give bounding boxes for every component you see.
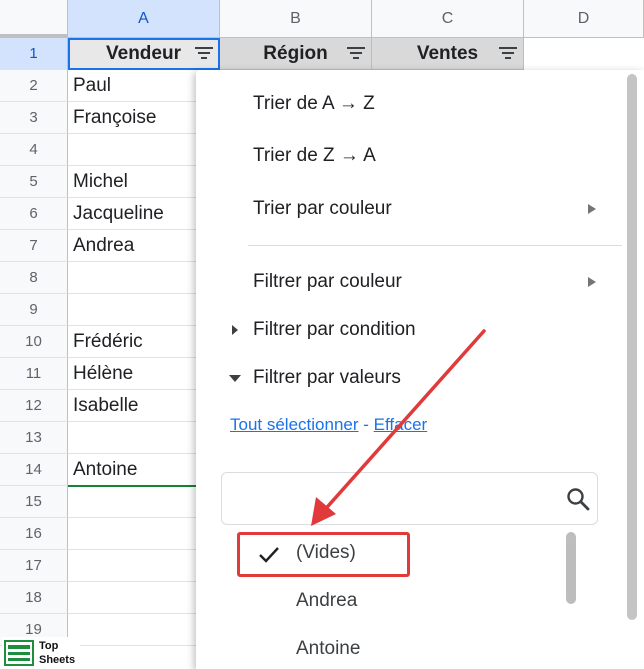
row-header[interactable]: 4 (0, 134, 68, 166)
row-header[interactable]: 11 (0, 358, 68, 390)
menu-item-sort-za[interactable]: Trier de Z → A (253, 143, 376, 169)
column-header-b[interactable]: B (220, 0, 372, 38)
header-cell-region[interactable]: Région (220, 38, 372, 70)
search-icon[interactable] (565, 486, 591, 512)
logo-text-line2: Sheets (39, 654, 76, 666)
header-label-vendeur: Vendeur (106, 42, 181, 64)
row-header[interactable]: 14 (0, 454, 68, 486)
selection-links: Tout sélectionner - Effacer (230, 415, 427, 435)
menu-item-filter-by-condition[interactable]: Filtrer par condition (253, 317, 416, 343)
menu-item-filter-by-values[interactable]: Filtrer par valeurs (253, 365, 401, 391)
menu-item-sort-az[interactable]: Trier de A → Z (253, 91, 375, 117)
menu-item-filter-by-color[interactable]: Filtrer par couleur (253, 269, 402, 295)
logo-text: Top Sheets (39, 639, 75, 667)
highlight-box (237, 532, 410, 577)
filter-icon[interactable] (499, 46, 517, 60)
clear-link[interactable]: Effacer (374, 415, 428, 434)
value-item-antoine[interactable]: Antoine (296, 638, 360, 660)
collapse-icon[interactable] (229, 375, 241, 382)
row-header[interactable]: 1 (0, 38, 68, 70)
row-header[interactable]: 9 (0, 294, 68, 326)
header-cell-ventes[interactable]: Ventes (372, 38, 524, 70)
select-all-link[interactable]: Tout sélectionner (230, 415, 359, 434)
row-header[interactable]: 8 (0, 262, 68, 294)
logo-text-line1: Top (39, 640, 59, 652)
submenu-arrow-icon (588, 204, 596, 214)
row-header[interactable]: 2 (0, 70, 68, 102)
filter-menu: Trier de A → Z Trier de Z → A Trier par … (196, 70, 644, 669)
filtered-range-indicator (68, 485, 196, 487)
value-search-input[interactable] (232, 483, 556, 515)
spreadsheet-logo-icon (4, 640, 34, 666)
row-header[interactable]: 17 (0, 550, 68, 582)
row-header[interactable]: 16 (0, 518, 68, 550)
row-header[interactable]: 15 (0, 486, 68, 518)
header-cell-vendeur[interactable]: Vendeur (68, 38, 220, 70)
column-header-d[interactable]: D (524, 0, 644, 38)
value-search-box (221, 472, 598, 525)
filter-icon[interactable] (347, 46, 365, 60)
row-header[interactable]: 3 (0, 102, 68, 134)
row-header[interactable]: 12 (0, 390, 68, 422)
row-header[interactable]: 6 (0, 198, 68, 230)
filter-icon[interactable] (195, 46, 213, 60)
row-header[interactable]: 13 (0, 422, 68, 454)
row-header[interactable]: 18 (0, 582, 68, 614)
menu-divider (248, 245, 622, 246)
row-header[interactable]: 5 (0, 166, 68, 198)
row-header[interactable]: 7 (0, 230, 68, 262)
menu-item-sort-by-color[interactable]: Trier par couleur (253, 196, 392, 222)
menu-scrollbar[interactable] (627, 74, 637, 620)
header-label-region: Région (263, 42, 328, 64)
top-sheets-logo: Top Sheets (2, 637, 80, 669)
values-scrollbar[interactable] (566, 532, 576, 604)
expand-icon[interactable] (232, 325, 238, 335)
row-header[interactable]: 10 (0, 326, 68, 358)
select-all-corner[interactable] (0, 0, 68, 38)
submenu-arrow-icon (588, 277, 596, 287)
column-header-c[interactable]: C (372, 0, 524, 38)
header-label-ventes: Ventes (416, 42, 479, 64)
link-separator: - (358, 415, 374, 434)
value-item-andrea[interactable]: Andrea (296, 590, 357, 612)
column-header-a[interactable]: A (68, 0, 220, 38)
